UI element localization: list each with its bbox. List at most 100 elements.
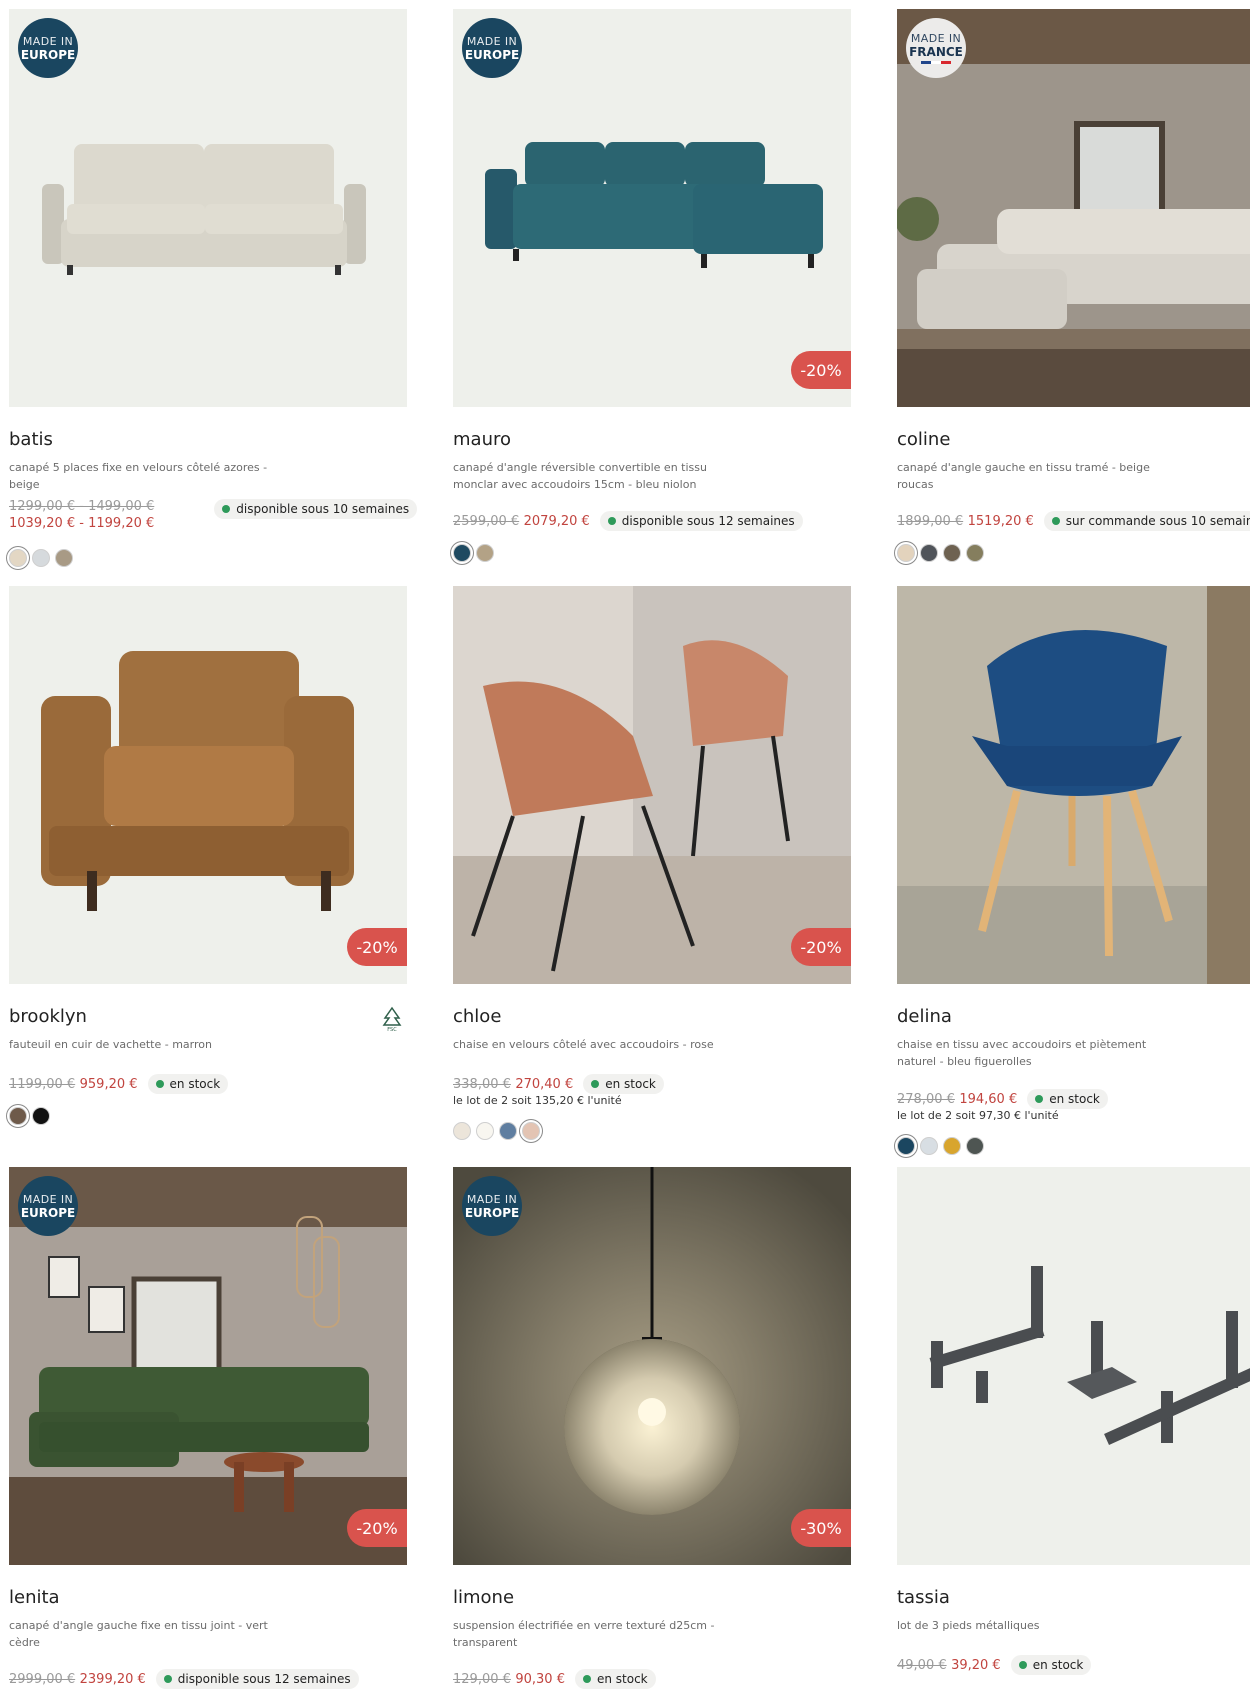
product-description: chaise en tissu avec accoudoirs et piète… [897,1038,1147,1068]
old-price: 1299,00 € - 1499,00 € [9,499,155,514]
new-price: 2079,20 € [523,514,590,529]
product-name[interactable]: chloe [453,1006,501,1027]
product-image[interactable]: MADE IN EUROPE [9,9,407,407]
made-in-europe-badge: MADE IN EUROPE [18,1176,78,1236]
product-name[interactable]: mauro [453,429,511,450]
color-swatch[interactable] [920,544,938,562]
price-row: 1199,00 € 959,20 € en stock [9,1074,229,1094]
chairs-image [453,586,851,984]
new-price: 1039,20 € - 1199,20 € [9,516,155,531]
discount-badge: -30% [791,1509,851,1547]
svg-text:FSC: FSC [387,1027,397,1032]
availability-badge: disponible sous 12 semaines [599,511,803,531]
discount-badge: -20% [347,928,407,966]
color-swatches [453,1122,540,1140]
french-flag-icon [921,60,951,64]
price-row: 338,00 € 270,40 € en stock [453,1074,664,1094]
status-dot-icon [607,517,616,525]
discount-badge: -20% [791,351,851,389]
new-price: 1519,20 € [967,514,1034,529]
product-card-batis[interactable]: MADE IN EUROPE batis canapé 5 places fix… [9,9,418,567]
availability-badge: disponible sous 12 semaines [155,1669,359,1689]
old-price: 2999,00 € [9,1672,76,1687]
product-image[interactable]: MADE IN EUROPE -30% [453,1167,851,1565]
color-swatch[interactable] [55,549,73,567]
price-row: 2599,00 € 2079,20 € disponible sous 12 s… [453,511,803,531]
color-swatch[interactable] [9,549,27,567]
product-name[interactable]: brooklyn [9,1006,87,1027]
product-name[interactable]: limone [453,1587,514,1608]
color-swatch[interactable] [453,544,471,562]
product-card-brooklyn[interactable]: -20% brooklyn FSC fauteuil en cuir de va… [9,586,407,1125]
old-price: 49,00 € [897,1658,947,1673]
new-price: 959,20 € [79,1077,138,1092]
product-image[interactable]: -20% [453,586,851,984]
product-name[interactable]: coline [897,429,950,450]
status-dot-icon [582,1675,591,1683]
old-price: 1199,00 € [9,1077,76,1092]
color-swatch[interactable] [9,1107,27,1125]
product-card-chloe[interactable]: -20% chloe chaise en velours côtelé avec… [453,586,851,1140]
price-row: 1299,00 € - 1499,00 € 1039,20 € - 1199,2… [9,499,418,531]
price-row: 1899,00 € 1519,20 € sur commande sous 10… [897,511,1250,531]
product-card-mauro[interactable]: MADE IN EUROPE -20% mauro canapé d'angle… [453,9,851,562]
status-dot-icon [1035,1095,1044,1103]
color-swatch[interactable] [920,1137,938,1155]
status-dot-icon [591,1080,600,1088]
color-swatch[interactable] [32,549,50,567]
availability-badge: en stock [1010,1655,1092,1675]
color-swatch[interactable] [32,1107,50,1125]
status-dot-icon [155,1080,164,1088]
color-swatch[interactable] [476,544,494,562]
product-image[interactable]: MADE IN EUROPE -20% [453,9,851,407]
product-name[interactable]: lenita [9,1587,60,1608]
color-swatches [453,544,494,562]
product-image[interactable] [897,586,1250,984]
discount-badge: -20% [791,928,851,966]
availability-badge: en stock [1027,1089,1108,1109]
product-card-limone[interactable]: MADE IN EUROPE -30% limone suspension él… [453,1167,851,1689]
color-swatches [9,1107,50,1125]
color-swatch[interactable] [966,544,984,562]
new-price: 39,20 € [951,1658,1001,1673]
color-swatch[interactable] [943,1137,961,1155]
availability-badge: sur commande sous 10 semaines [1043,511,1250,531]
color-swatch[interactable] [966,1137,984,1155]
old-price: 129,00 € [453,1672,511,1687]
new-price: 90,30 € [515,1672,565,1687]
color-swatches [897,544,984,562]
product-image[interactable]: -20% [9,586,407,984]
status-dot-icon [1018,1661,1027,1669]
price-row: 2999,00 € 2399,20 € disponible sous 12 s… [9,1669,359,1689]
product-name[interactable]: delina [897,1006,952,1027]
color-swatch[interactable] [522,1122,540,1140]
product-card-lenita[interactable]: MADE IN EUROPE -20% lenita canapé d'angl… [9,1167,407,1689]
product-image[interactable]: MADE IN FRANCE [897,9,1250,407]
color-swatch[interactable] [453,1122,471,1140]
new-price: 2399,20 € [79,1672,146,1687]
product-name[interactable]: batis [9,429,53,450]
availability-badge: en stock [147,1074,229,1094]
made-in-europe-badge: MADE IN EUROPE [462,18,522,78]
product-card-delina[interactable]: delina chaise en tissu avec accoudoirs e… [897,586,1250,1155]
color-swatch[interactable] [897,1137,915,1155]
fsc-tree-icon: FSC [382,1006,402,1032]
color-swatch[interactable] [499,1122,517,1140]
product-name[interactable]: tassia [897,1587,950,1608]
product-description: canapé d'angle gauche en tissu tramé - b… [897,461,1150,491]
product-description: canapé 5 places fixe en velours côtelé a… [9,461,268,491]
color-swatch[interactable] [943,544,961,562]
product-image[interactable] [897,1167,1250,1565]
product-card-tassia[interactable]: tassia lot de 3 pieds métalliques 49,00 … [897,1167,1250,1675]
old-price: 2599,00 € [453,514,520,529]
product-image[interactable]: MADE IN EUROPE -20% [9,1167,407,1565]
old-price: 278,00 € [897,1092,955,1107]
availability-badge: en stock [583,1074,664,1094]
availability-badge: en stock [574,1669,656,1689]
color-swatch[interactable] [897,544,915,562]
color-swatch[interactable] [476,1122,494,1140]
product-card-coline[interactable]: MADE IN FRANCE coline canapé d'angle gau… [897,9,1250,562]
new-price: 194,60 € [959,1092,1018,1107]
new-price: 270,40 € [515,1077,574,1092]
price-row: 278,00 € 194,60 € en stock [897,1089,1108,1109]
